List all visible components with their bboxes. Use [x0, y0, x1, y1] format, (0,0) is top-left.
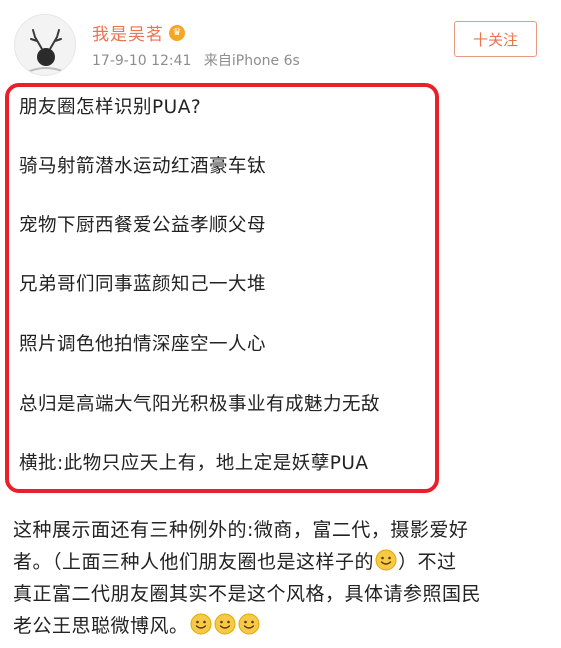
comment-line: 这种展示面还有三种例外的:微商，富二代，摄影爱好 [13, 519, 469, 541]
poem-line: 宠物下厨西餐爱公益孝顺父母 [19, 215, 267, 236]
antler-avatar-icon [15, 15, 75, 75]
comment-text: 这种展示面还有三种例外的:微商，富二代，摄影爱好 者。（上面三种人他们朋友圈也是… [13, 514, 553, 642]
member-crown-icon: ♛ [169, 24, 185, 41]
comment-segment: 老公王思聪微博风。 [13, 615, 189, 637]
poem-line: 总归是高端大气阳光积极事业有成魅力无敌 [19, 394, 381, 415]
follow-label: 十关注 [472, 30, 518, 49]
username-row: 我是吴茗 ♛ [92, 20, 185, 45]
post-timestamp: 17-9-10 12:41 [92, 53, 192, 69]
highlighted-poem-box: 朋友圈怎样识别PUA? 骑马射箭潜水运动红酒豪车钛 宠物下厨西餐爱公益孝顺父母 … [5, 83, 439, 493]
follow-button[interactable]: 十关注 [454, 21, 537, 57]
post-source: 来自iPhone 6s [203, 53, 300, 69]
poem-line: 骑马射箭潜水运动红酒豪车钛 [19, 156, 267, 177]
post-meta: 17-9-10 12:41 来自iPhone 6s [92, 50, 308, 70]
comment-line: 真正富二代朋友圈其实不是这个风格，具体请参照国民 [13, 583, 482, 605]
smile-emoji-icon [190, 613, 212, 635]
smile-emoji-icon [214, 613, 236, 635]
comment-segment: 者。（上面三种人他们朋友圈也是这样子的 [13, 551, 375, 573]
comment-line: 者。（上面三种人他们朋友圈也是这样子的 ）不过 [13, 546, 553, 578]
avatar[interactable] [14, 14, 76, 76]
poem-line: 兄弟哥们同事蓝颜知己一大堆 [19, 274, 267, 295]
smile-emoji-icon [375, 549, 397, 571]
comment-line: 老公王思聪微博风。 [13, 610, 553, 642]
smile-emoji-icon [238, 613, 260, 635]
poem-line: 照片调色他拍情深座空一人心 [19, 334, 267, 355]
username[interactable]: 我是吴茗 [92, 20, 164, 45]
poem-line: 横批:此物只应天上有，地上定是妖孽PUA [19, 453, 369, 474]
comment-segment: ）不过 [398, 551, 457, 573]
poem-line: 朋友圈怎样识别PUA? [19, 97, 202, 118]
weibo-post: 我是吴茗 ♛ 17-9-10 12:41 来自iPhone 6s 十关注 朋友圈… [0, 0, 561, 648]
